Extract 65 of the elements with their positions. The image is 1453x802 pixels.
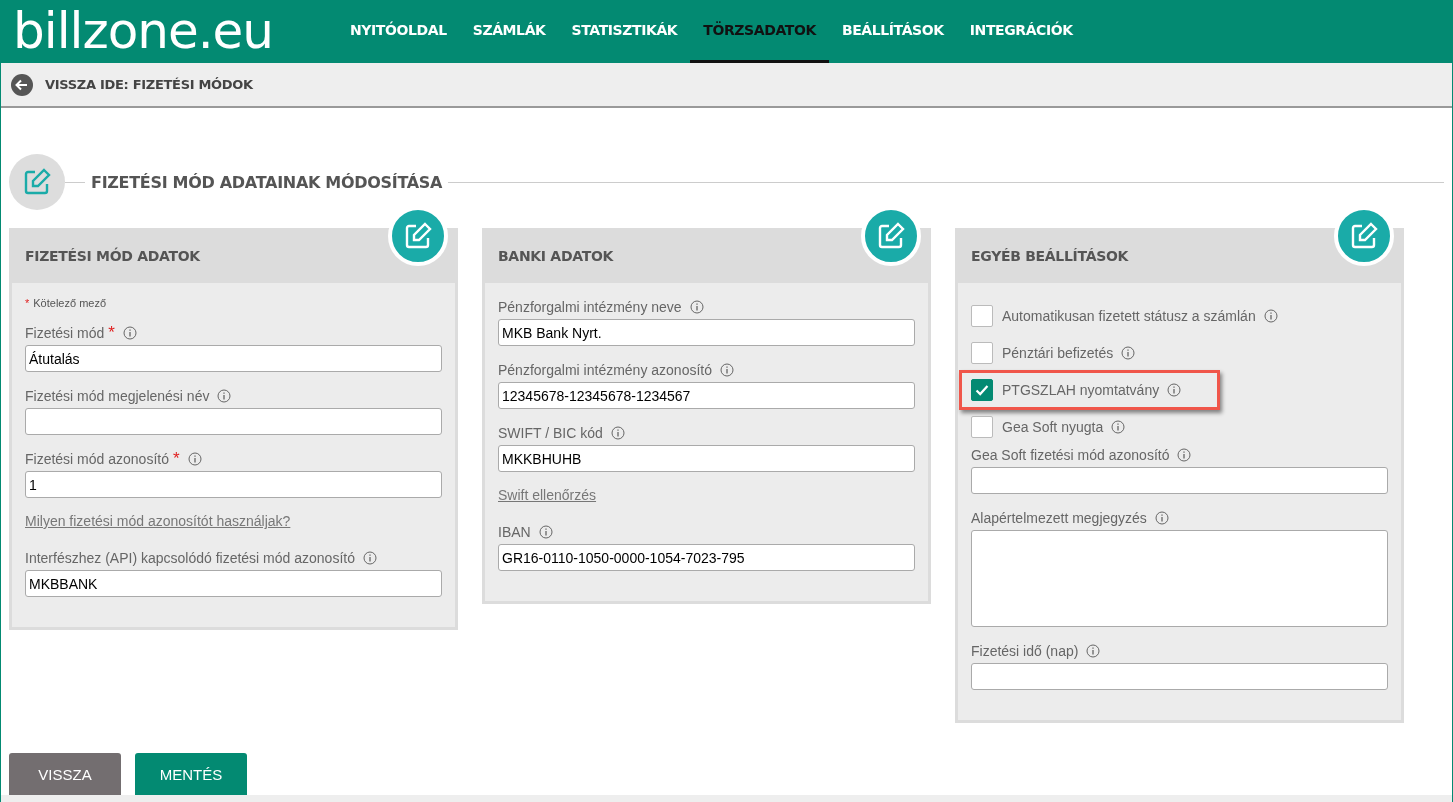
back-link[interactable]: VISSZA IDE: FIZETÉSI MÓDOK xyxy=(45,77,253,92)
logo[interactable]: billzone.eu xyxy=(1,0,323,63)
info-icon[interactable] xyxy=(217,389,232,403)
field-label: IBAN xyxy=(498,524,531,540)
info-icon[interactable] xyxy=(1154,511,1169,525)
info-icon[interactable] xyxy=(123,326,137,340)
field-label: Gea Soft fizetési mód azonosító xyxy=(971,447,1170,463)
input-field[interactable] xyxy=(971,467,1388,494)
checkbox-label: Automatikusan fizetett státusz a számlán xyxy=(1002,307,1256,324)
required-note: Kötelező mező xyxy=(33,297,107,309)
checkbox-label: Pénztári befizetés xyxy=(1002,344,1114,361)
action-button[interactable]: MENTÉS xyxy=(135,753,247,795)
field-label: Fizetési idő (nap) xyxy=(971,643,1079,659)
info-icon[interactable] xyxy=(1263,308,1278,323)
field-label: Fizetési mód megjelenési név xyxy=(25,388,210,404)
info-icon[interactable] xyxy=(610,426,625,440)
required-mark: * xyxy=(172,451,180,467)
info-icon[interactable] xyxy=(1167,382,1182,397)
info-icon[interactable] xyxy=(538,525,553,539)
page-title: FIZETÉSI MÓD ADATAINAK MÓDOSÍTÁSA xyxy=(91,172,443,192)
help-link[interactable]: Swift ellenőrzés xyxy=(498,487,597,503)
field-label: Fizetési mód xyxy=(25,325,105,341)
input-field[interactable]: 12345678-12345678-1234567 xyxy=(498,382,915,409)
nav-tab[interactable]: NYITÓOLDAL xyxy=(337,0,460,63)
input-field[interactable]: GR16-0110-1050-0000-1054-7023-795 xyxy=(498,544,915,571)
field-label: Pénzforgalmi intézmény azonosító xyxy=(498,362,712,378)
info-icon[interactable] xyxy=(1121,345,1136,360)
text-area[interactable] xyxy=(971,530,1388,627)
info-icon[interactable] xyxy=(362,551,377,565)
field-label: Pénzforgalmi intézmény neve xyxy=(498,299,682,315)
info-icon[interactable] xyxy=(1111,419,1126,434)
input-field[interactable]: MKKBHUHB xyxy=(498,445,915,472)
action-button[interactable]: VISSZA xyxy=(9,753,121,795)
checkbox[interactable] xyxy=(971,378,993,401)
panel-title: EGYÉB BEÁLLÍTÁSOK xyxy=(971,247,1129,264)
required-mark: * xyxy=(108,325,115,341)
panel-title: BANKI ADATOK xyxy=(498,247,614,264)
panel-title: FIZETÉSI MÓD ADATOK xyxy=(25,247,200,264)
checkbox[interactable] xyxy=(971,415,993,438)
checkbox[interactable] xyxy=(971,341,993,364)
nav-tab[interactable]: BEÁLLÍTÁSOK xyxy=(828,0,957,63)
info-icon[interactable] xyxy=(720,363,734,377)
nav-tab[interactable]: INTEGRÁCIÓK xyxy=(956,0,1086,63)
help-link[interactable]: Milyen fizetési mód azonosítót használjak? xyxy=(25,513,291,529)
checkbox[interactable] xyxy=(971,304,993,327)
required-mark: * xyxy=(25,297,30,309)
checkbox-label: Gea Soft nyugta xyxy=(1002,418,1104,435)
checkbox-label: PTGSZLAH nyomtatvány xyxy=(1002,381,1160,398)
input-field[interactable]: Átutalás xyxy=(25,345,442,372)
field-label: Alapértelmezett megjegyzés xyxy=(971,510,1147,526)
edit-icon xyxy=(9,154,65,210)
input-field[interactable]: MKB Bank Nyrt. xyxy=(498,319,915,346)
input-field[interactable] xyxy=(971,663,1388,690)
input-field[interactable]: 1 xyxy=(25,471,442,498)
info-icon[interactable] xyxy=(689,300,704,314)
info-icon[interactable] xyxy=(187,452,202,466)
field-label: SWIFT / BIC kód xyxy=(498,425,603,441)
field-label: Interfészhez (API) kapcsolódó fizetési mód azonosító xyxy=(25,550,355,566)
field-label: Fizetési mód azonosító xyxy=(25,451,169,467)
info-icon[interactable] xyxy=(1086,644,1101,658)
input-field[interactable]: MKBBANK xyxy=(25,570,442,597)
nav-tab[interactable]: SZÁMLÁK xyxy=(459,0,559,63)
nav-tab[interactable]: STATISZTIKÁK xyxy=(558,0,691,63)
input-field[interactable] xyxy=(25,408,442,435)
info-icon[interactable] xyxy=(1177,448,1192,462)
